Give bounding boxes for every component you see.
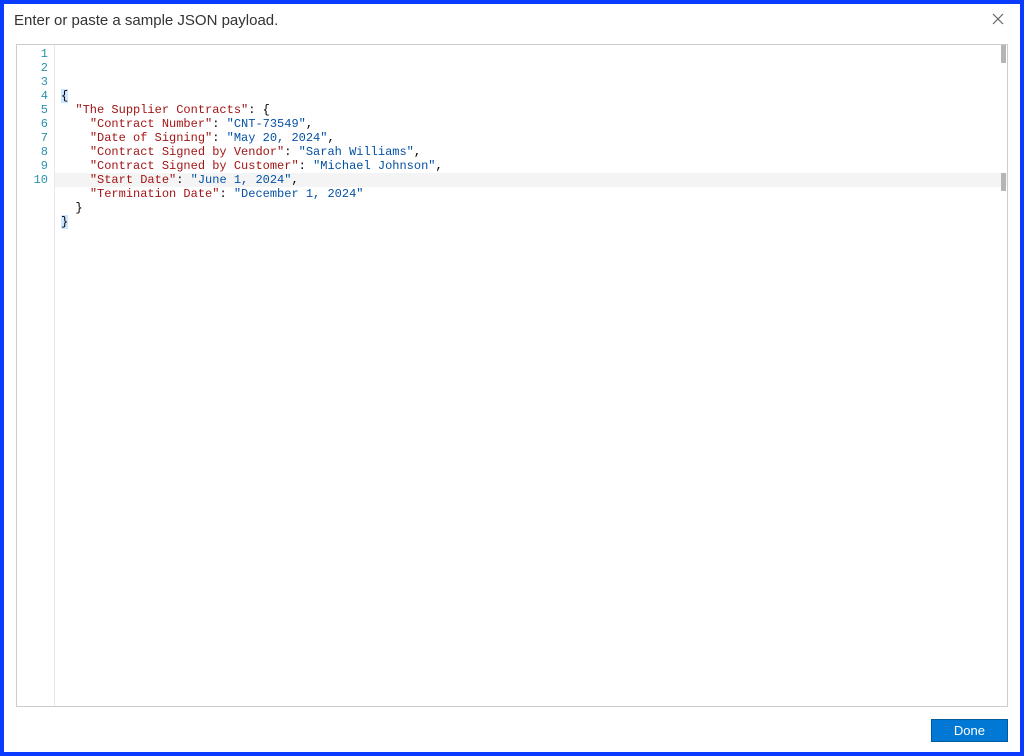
code-line: } — [61, 201, 1007, 215]
line-number-gutter: 12345678910 — [17, 45, 55, 706]
json-editor[interactable]: 12345678910 { "The Supplier Contracts": … — [16, 44, 1008, 707]
code-line: { — [61, 89, 1007, 103]
dialog-title: Enter or paste a sample JSON payload. — [14, 12, 988, 29]
code-area[interactable]: { "The Supplier Contracts": { "Contract … — [55, 45, 1007, 706]
line-number: 9 — [17, 159, 48, 173]
line-number: 1 — [17, 47, 48, 61]
code-line: "Contract Signed by Vendor": "Sarah Will… — [61, 145, 1007, 159]
code-line: } — [61, 215, 1007, 229]
close-icon — [992, 13, 1004, 28]
done-button[interactable]: Done — [931, 719, 1008, 742]
line-number: 5 — [17, 103, 48, 117]
dialog-footer: Done — [4, 713, 1020, 752]
line-number: 6 — [17, 117, 48, 131]
line-number: 8 — [17, 145, 48, 159]
code-line: "Start Date": "June 1, 2024", — [61, 173, 1007, 187]
code-content: { "The Supplier Contracts": { "Contract … — [61, 89, 1007, 229]
code-line: "Termination Date": "December 1, 2024" — [61, 187, 1007, 201]
json-payload-dialog: Enter or paste a sample JSON payload. 12… — [0, 0, 1024, 756]
line-number: 10 — [17, 173, 48, 187]
close-button[interactable] — [988, 10, 1008, 30]
line-number: 3 — [17, 75, 48, 89]
scrollbar-thumb[interactable] — [1001, 45, 1006, 63]
dialog-header: Enter or paste a sample JSON payload. — [4, 4, 1020, 38]
line-number: 4 — [17, 89, 48, 103]
code-line: "Date of Signing": "May 20, 2024", — [61, 131, 1007, 145]
line-number: 2 — [17, 61, 48, 75]
code-line: "Contract Signed by Customer": "Michael … — [61, 159, 1007, 173]
code-line: "Contract Number": "CNT-73549", — [61, 117, 1007, 131]
code-line: "The Supplier Contracts": { — [61, 103, 1007, 117]
line-number: 7 — [17, 131, 48, 145]
